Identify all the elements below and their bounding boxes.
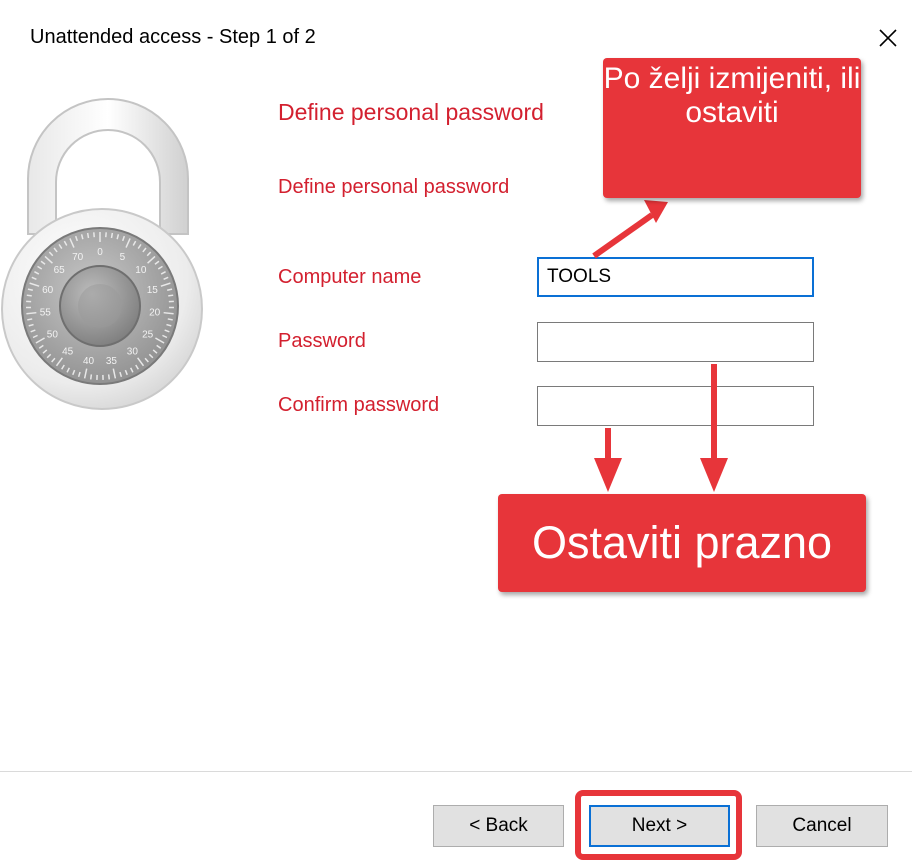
dial-number: 40 xyxy=(83,356,95,367)
computer-name-field[interactable] xyxy=(537,257,814,297)
page-heading: Define personal password xyxy=(278,99,544,125)
password-label: Password xyxy=(278,330,366,352)
footer-divider xyxy=(0,771,912,772)
arrow-head-icon xyxy=(700,458,728,492)
confirm-password-label: Confirm password xyxy=(278,394,440,416)
dial-number: 45 xyxy=(62,346,74,357)
confirm-password-field[interactable] xyxy=(537,386,814,426)
dial-number: 15 xyxy=(147,285,159,296)
dial-number: 50 xyxy=(47,330,59,341)
close-button[interactable] xyxy=(868,18,908,58)
dial-number: 65 xyxy=(54,265,66,276)
dial-number: 30 xyxy=(127,346,139,357)
arrow-head-icon xyxy=(594,458,622,492)
arrow-head-icon xyxy=(644,200,668,223)
dial-number: 5 xyxy=(120,252,126,263)
callout-leave-empty: Ostaviti prazno xyxy=(498,494,866,592)
back-button[interactable]: < Back xyxy=(433,805,564,847)
arrow-to-top-callout xyxy=(592,212,654,259)
dial-number: 35 xyxy=(106,356,118,367)
close-icon xyxy=(879,29,897,47)
section-subtitle: Define personal password xyxy=(278,176,510,198)
dial-number: 60 xyxy=(42,285,54,296)
dial-number: 55 xyxy=(40,308,52,319)
computer-name-label: Computer name xyxy=(278,266,422,288)
dial-number: 25 xyxy=(142,330,154,341)
dial-number: 10 xyxy=(135,265,147,276)
dial-number: 70 xyxy=(72,252,84,263)
dial-number: 0 xyxy=(97,247,103,258)
window-title: Unattended access - Step 1 of 2 xyxy=(30,26,316,48)
next-button[interactable]: Next > xyxy=(589,805,730,847)
callout-optional-edit: Po želji izmijeniti, ili ostaviti xyxy=(603,58,861,198)
padlock-icon: 0 510152025303540455055606570 xyxy=(1,98,203,410)
dial-number: 20 xyxy=(149,308,161,319)
password-field[interactable] xyxy=(537,322,814,362)
cancel-button[interactable]: Cancel xyxy=(756,805,888,847)
